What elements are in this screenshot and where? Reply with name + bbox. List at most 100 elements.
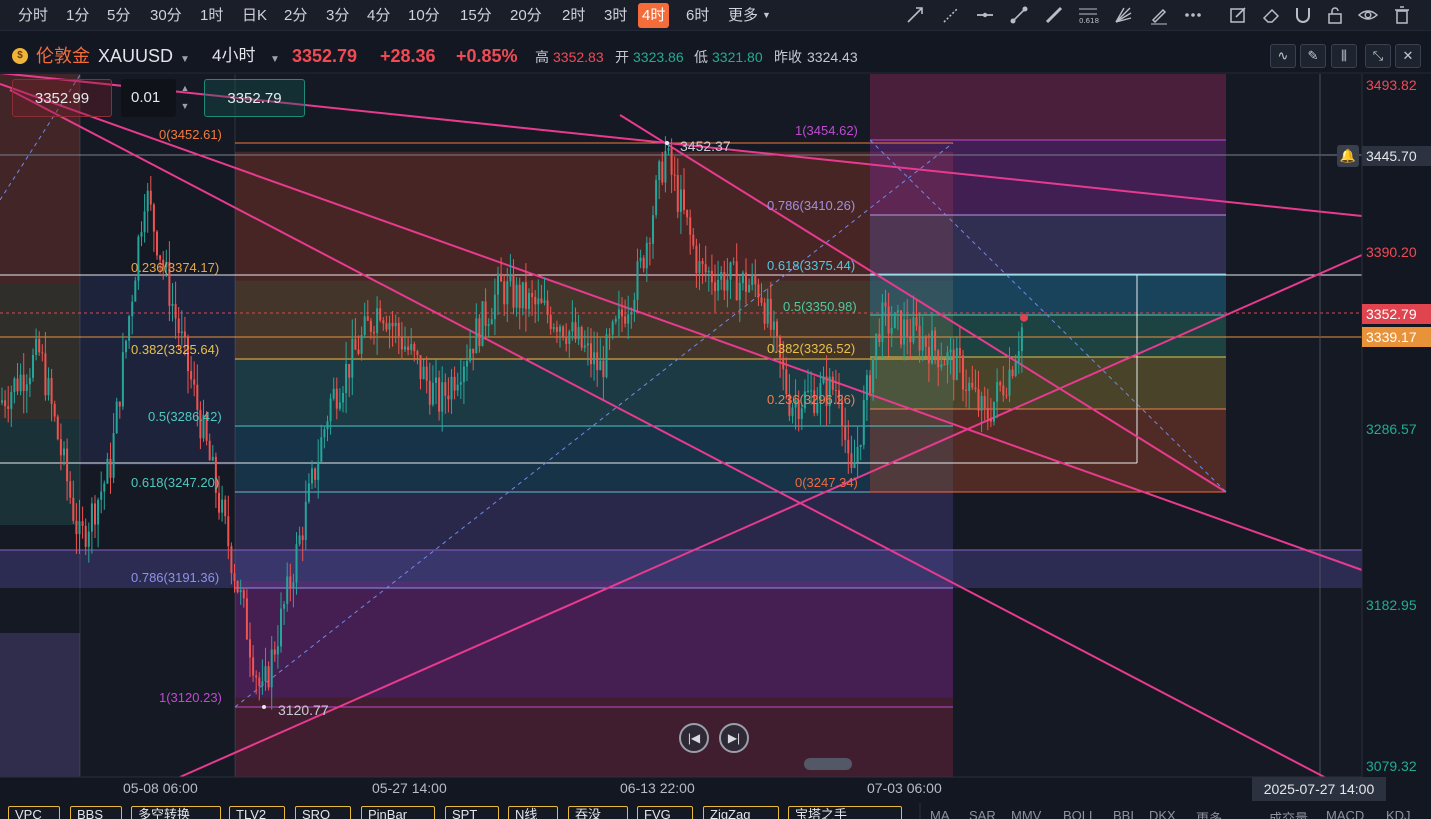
- timeframe-1[interactable]: 1分: [62, 3, 93, 28]
- candle-body: [366, 316, 369, 321]
- candle-body: [704, 264, 707, 273]
- trash-icon[interactable]: [1391, 5, 1413, 25]
- indicator-button[interactable]: FVG: [637, 806, 693, 819]
- sell-price-box[interactable]: 3352.99: [12, 79, 112, 117]
- lock-icon[interactable]: [1324, 5, 1346, 25]
- indicator-button[interactable]: PinBar: [361, 806, 435, 819]
- indicator-button[interactable]: SPT: [445, 806, 499, 819]
- sub-indicator-tab[interactable]: BBI: [1113, 808, 1134, 819]
- timeframe-9[interactable]: 10分: [404, 3, 444, 28]
- candle-body: [125, 340, 127, 353]
- candle-body: [748, 284, 751, 292]
- timeframe-8[interactable]: 4分: [363, 3, 394, 28]
- candle-body: [270, 649, 273, 688]
- timeframe-12[interactable]: 2时: [558, 3, 589, 28]
- symbol-dropdown-icon[interactable]: ▼: [180, 51, 190, 69]
- symbol-code[interactable]: XAUUSD: [98, 45, 173, 67]
- step-forward-button[interactable]: ▶|: [719, 723, 749, 753]
- indicator-button[interactable]: 吞没: [568, 806, 628, 819]
- candle-body: [140, 232, 143, 237]
- candle-body: [38, 338, 41, 353]
- sub-indicator-tab[interactable]: DKX: [1149, 808, 1176, 819]
- fib-zone: [870, 74, 1226, 140]
- timeframe-4[interactable]: 1时: [196, 3, 227, 28]
- sub-indicator-tab[interactable]: MA: [930, 808, 950, 819]
- close-button[interactable]: ✕: [1395, 44, 1421, 68]
- fan-icon[interactable]: [1112, 5, 1134, 25]
- collapse-button[interactable]: ⤡: [1365, 44, 1391, 68]
- candle-body: [19, 374, 22, 392]
- current-price-tag: 3352.79: [1362, 304, 1431, 324]
- indicator-button[interactable]: TLV2: [229, 806, 285, 819]
- segment-line-icon[interactable]: [1008, 5, 1030, 25]
- low-mark-label: 3120.77: [278, 702, 329, 718]
- current-price-value: 3352.79: [1366, 306, 1417, 322]
- timeframe-10[interactable]: 15分: [456, 3, 496, 28]
- sub-indicator-tab[interactable]: MACD: [1326, 808, 1364, 819]
- indicator-button[interactable]: BBS: [70, 806, 122, 819]
- candle-body: [444, 382, 447, 396]
- timeframe-16[interactable]: 更多: [724, 3, 762, 28]
- alert-level-tag[interactable]: 3445.70: [1362, 146, 1431, 166]
- candle-body: [918, 325, 921, 351]
- more-dots-icon[interactable]: [1182, 5, 1204, 25]
- horizontal-line-icon[interactable]: [974, 5, 996, 25]
- open-value: 3323.86: [633, 49, 684, 65]
- indicator-settings-button[interactable]: ∿: [1270, 44, 1296, 68]
- scroll-handle[interactable]: [804, 758, 852, 770]
- trend-line-icon[interactable]: [904, 5, 926, 25]
- candle-body: [425, 366, 428, 381]
- brush-line-icon[interactable]: [1043, 5, 1065, 25]
- period-dropdown-icon[interactable]: ▼: [270, 51, 280, 69]
- timeframe-14[interactable]: 4时: [638, 3, 670, 28]
- candle-body: [304, 501, 307, 540]
- indicator-button[interactable]: SRO: [295, 806, 351, 819]
- timeframe-7[interactable]: 3分: [322, 3, 353, 28]
- timeframe-6[interactable]: 2分: [280, 3, 311, 28]
- more-dropdown-icon[interactable]: ▼: [762, 10, 771, 20]
- timeframe-2[interactable]: 5分: [103, 3, 134, 28]
- indicator-button[interactable]: VPC: [8, 806, 60, 819]
- candle-body: [493, 294, 496, 320]
- sub-indicator-tab[interactable]: MMV: [1011, 808, 1041, 819]
- pen-icon[interactable]: [1148, 5, 1170, 25]
- alarm-bell-icon[interactable]: 🔔: [1337, 145, 1359, 167]
- edit-icon[interactable]: [1227, 5, 1249, 25]
- timeframe-15[interactable]: 6时: [682, 3, 713, 28]
- eye-icon[interactable]: [1357, 5, 1379, 25]
- candle-body: [921, 337, 924, 351]
- lot-increase-icon[interactable]: ▲: [177, 80, 193, 96]
- timeframe-0[interactable]: 分时: [14, 3, 52, 28]
- indicator-button[interactable]: ZigZag: [703, 806, 779, 819]
- candle-body: [469, 348, 472, 361]
- indicator-button[interactable]: 多空转换: [131, 806, 221, 819]
- indicator-button[interactable]: N线: [508, 806, 558, 819]
- sub-indicator-tab[interactable]: KDJ: [1386, 808, 1411, 819]
- timeframe-5[interactable]: 日K: [238, 3, 271, 28]
- period-selector[interactable]: 4小时: [212, 45, 255, 67]
- timeframe-13[interactable]: 3时: [600, 3, 631, 28]
- candle-body: [273, 649, 276, 655]
- timeframe-11[interactable]: 20分: [506, 3, 546, 28]
- magnet-icon[interactable]: [1292, 5, 1314, 25]
- candle-type-button[interactable]: ⫼: [1331, 44, 1357, 68]
- step-back-button[interactable]: |◀: [679, 723, 709, 753]
- sub-indicator-tab[interactable]: 成交量: [1269, 808, 1308, 819]
- sub-indicator-tab[interactable]: 更多: [1196, 808, 1222, 819]
- draw-pencil-button[interactable]: ✎: [1300, 44, 1326, 68]
- candle-body: [174, 303, 177, 319]
- candle-body: [134, 280, 137, 302]
- timeframe-3[interactable]: 30分: [146, 3, 186, 28]
- buy-price-box[interactable]: 3352.79: [204, 79, 305, 117]
- candle-body: [661, 161, 664, 183]
- symbol-name[interactable]: 伦敦金: [36, 45, 90, 67]
- sub-indicator-tab[interactable]: SAR: [969, 808, 996, 819]
- lot-decrease-icon[interactable]: ▼: [177, 98, 193, 114]
- dashed-line-icon[interactable]: [940, 5, 962, 25]
- eraser-icon[interactable]: [1260, 5, 1282, 25]
- indicator-button[interactable]: 宝塔之手: [788, 806, 902, 819]
- lot-size-input[interactable]: 0.01: [121, 79, 176, 117]
- candle-body: [242, 590, 245, 599]
- sub-indicator-tab[interactable]: BOLL: [1063, 808, 1096, 819]
- fib-retracement-icon[interactable]: 0.618: [1077, 5, 1099, 25]
